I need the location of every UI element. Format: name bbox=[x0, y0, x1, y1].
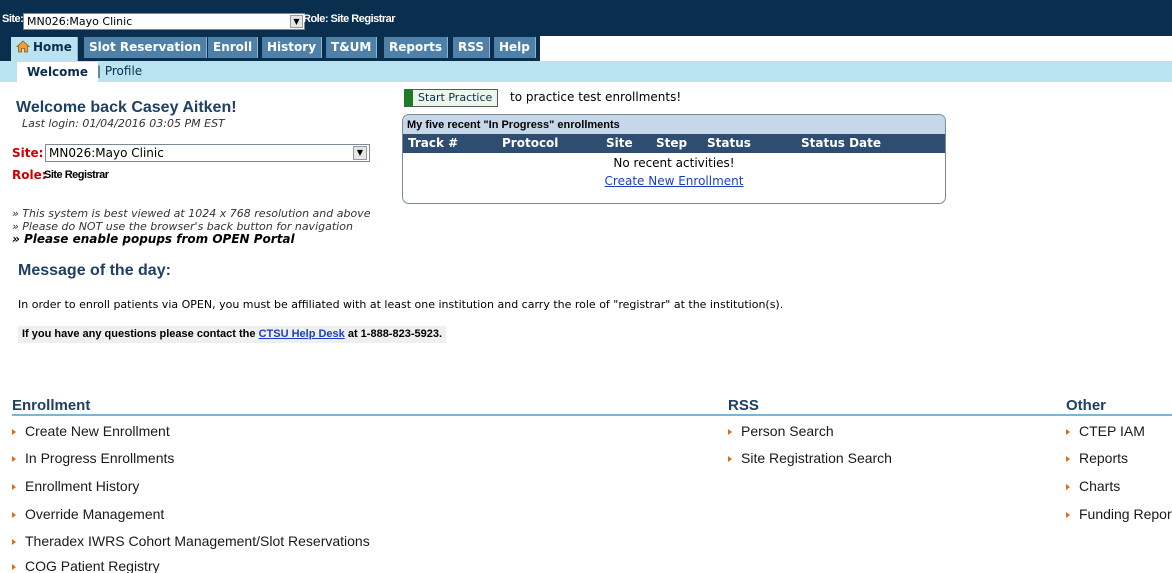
motd-title: Message of the day: bbox=[18, 262, 171, 279]
recent-enrollments-panel: My five recent "In Progress" enrollments… bbox=[402, 114, 946, 204]
bullet-icon bbox=[1066, 429, 1070, 435]
tab-rss[interactable]: RSS bbox=[453, 37, 490, 58]
tab-slot-reservation[interactable]: Slot Reservation bbox=[84, 37, 208, 58]
ctsu-help-desk-link[interactable]: CTSU Help Desk bbox=[259, 328, 345, 340]
column-header: Status Date bbox=[801, 136, 882, 150]
link-label: Funding Report bbox=[1079, 506, 1172, 522]
sub-nav: Welcome | Profile bbox=[0, 61, 1172, 82]
tab-reports[interactable]: Reports bbox=[384, 37, 449, 58]
link-label: Charts bbox=[1079, 478, 1121, 494]
last-login: Last login: 01/04/2016 03:05 PM EST bbox=[22, 117, 225, 130]
link-label: Override Management bbox=[25, 506, 165, 522]
bullet-icon bbox=[12, 484, 16, 490]
site-select-value: MN026:Mayo Clinic bbox=[49, 146, 164, 160]
main-tab-bar: Home Slot Reservation Enroll History T&U… bbox=[0, 36, 1172, 61]
link-label: Theradex IWRS Cohort Management/Slot Res… bbox=[25, 533, 370, 549]
section-enrollment-title: Enrollment bbox=[12, 397, 91, 414]
bullet-icon bbox=[12, 539, 16, 545]
home-icon bbox=[16, 40, 30, 53]
bullet-icon bbox=[12, 456, 16, 462]
link-cog-patient-registry[interactable]: COG Patient Registry bbox=[12, 558, 160, 573]
link-label: In Progress Enrollments bbox=[25, 450, 175, 466]
recent-table-header: Track # Protocol Site Step Status Status… bbox=[403, 134, 945, 153]
tab-help[interactable]: Help bbox=[494, 37, 536, 58]
column-header: Track # bbox=[408, 136, 459, 150]
chevron-down-icon[interactable]: ▼ bbox=[353, 146, 367, 160]
chevron-down-icon[interactable]: ▼ bbox=[290, 15, 303, 28]
bullet-icon bbox=[1066, 456, 1070, 462]
site-select[interactable]: MN026:Mayo Clinic ▼ bbox=[45, 144, 370, 162]
link-label: CTEP IAM bbox=[1079, 423, 1145, 439]
site-label: Site: bbox=[12, 146, 44, 160]
column-header: Site bbox=[606, 136, 633, 150]
link-label: Reports bbox=[1079, 450, 1129, 466]
role-value: Site Registrar bbox=[44, 169, 109, 181]
link-label: Person Search bbox=[741, 423, 834, 439]
link-create-new-enrollment[interactable]: Create New Enrollment bbox=[12, 423, 170, 439]
tab-history[interactable]: History bbox=[262, 37, 323, 58]
link-label: Site Registration Search bbox=[741, 450, 892, 466]
note-resolution: » This system is best viewed at 1024 x 7… bbox=[12, 207, 371, 220]
link-in-progress-enrollments[interactable]: In Progress Enrollments bbox=[12, 450, 174, 466]
link-override-management[interactable]: Override Management bbox=[12, 506, 164, 522]
column-header: Status bbox=[707, 136, 751, 150]
site-select-top-value: MN026:Mayo Clinic bbox=[27, 15, 133, 28]
bullet-icon bbox=[12, 564, 16, 570]
section-other-title: Other bbox=[1066, 397, 1107, 414]
site-select-top[interactable]: MN026:Mayo Clinic ▼ bbox=[23, 13, 305, 30]
link-person-search[interactable]: Person Search bbox=[728, 423, 834, 439]
link-label: Enrollment History bbox=[25, 478, 140, 494]
subtab-profile[interactable]: | Profile bbox=[97, 64, 142, 78]
tab-home[interactable]: Home bbox=[11, 37, 78, 61]
create-new-enrollment-link[interactable]: Create New Enrollment bbox=[403, 174, 945, 188]
help-suffix: at 1-888-823-5923. bbox=[344, 328, 443, 340]
column-header: Step bbox=[656, 136, 688, 150]
start-practice-button[interactable]: Start Practice bbox=[404, 89, 499, 107]
site-label-top: Site: bbox=[2, 13, 24, 25]
link-label: Create New Enrollment bbox=[25, 423, 170, 439]
subtab-welcome[interactable]: Welcome bbox=[17, 62, 99, 82]
tab-tum[interactable]: T&UM bbox=[326, 37, 378, 58]
link-ctep-iam[interactable]: CTEP IAM bbox=[1066, 423, 1145, 439]
column-header: Protocol bbox=[502, 136, 559, 150]
section-divider bbox=[12, 414, 1172, 416]
link-theradex-iwrs[interactable]: Theradex IWRS Cohort Management/Slot Res… bbox=[12, 533, 370, 549]
system-notes: » This system is best viewed at 1024 x 7… bbox=[12, 207, 370, 246]
link-site-registration-search[interactable]: Site Registration Search bbox=[728, 450, 892, 466]
section-rss-title: RSS bbox=[728, 397, 759, 414]
tab-home-label: Home bbox=[33, 40, 72, 54]
top-bar: Site: MN026:Mayo Clinic ▼ Role: Site Reg… bbox=[0, 0, 1172, 36]
recent-panel-title: My five recent "In Progress" enrollments bbox=[403, 115, 945, 134]
link-funding-report[interactable]: Funding Report bbox=[1066, 506, 1172, 522]
tab-enroll[interactable]: Enroll bbox=[208, 37, 259, 58]
welcome-title: Welcome back Casey Aitken! bbox=[16, 99, 237, 116]
recent-empty-message: No recent activities! bbox=[613, 156, 735, 170]
link-reports[interactable]: Reports bbox=[1066, 450, 1128, 466]
bullet-icon bbox=[728, 456, 732, 462]
help-prefix: If you have any questions please contact… bbox=[22, 328, 259, 340]
role-label: Role: bbox=[12, 168, 47, 182]
bullet-icon bbox=[728, 429, 732, 435]
role-label-top: Role: Site Registrar bbox=[303, 13, 396, 25]
bullet-icon bbox=[12, 429, 16, 435]
practice-text: to practice test enrollments! bbox=[510, 90, 682, 104]
link-label: COG Patient Registry bbox=[25, 558, 160, 573]
bullet-icon bbox=[1066, 512, 1070, 518]
link-charts[interactable]: Charts bbox=[1066, 478, 1120, 494]
bullet-icon bbox=[1066, 484, 1070, 490]
link-enrollment-history[interactable]: Enrollment History bbox=[12, 478, 139, 494]
bullet-icon bbox=[12, 512, 16, 518]
note-popups: » Please enable popups from OPEN Portal bbox=[12, 232, 295, 246]
motd-text: In order to enroll patients via OPEN, yo… bbox=[18, 298, 784, 311]
help-desk-notice: If you have any questions please contact… bbox=[18, 326, 447, 343]
